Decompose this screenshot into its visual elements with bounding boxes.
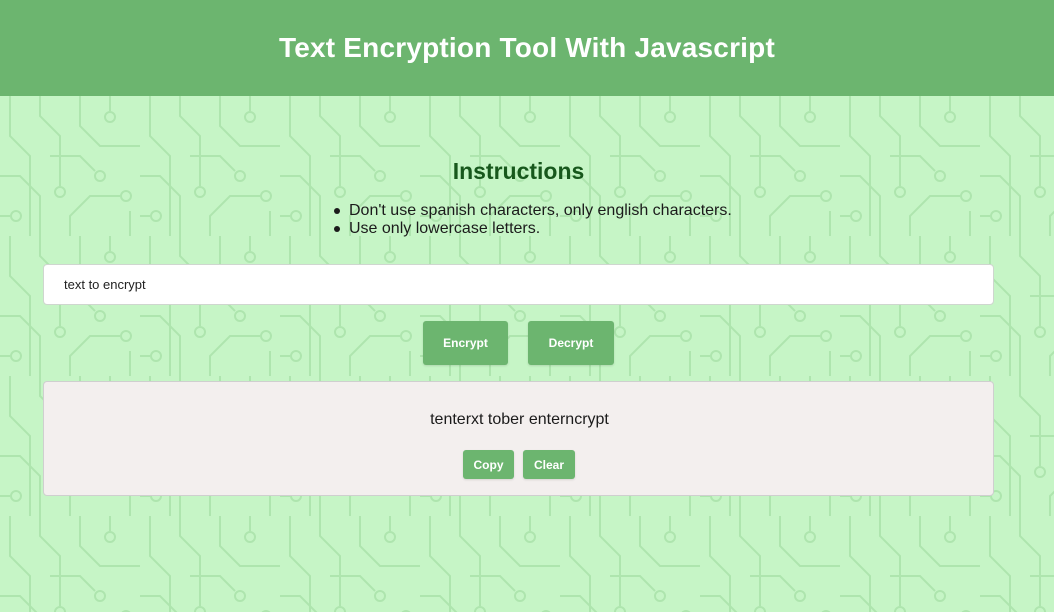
encrypt-button[interactable]: Encrypt (423, 321, 508, 365)
instruction-item: Use only lowercase letters. (334, 220, 732, 238)
page-title: Text Encryption Tool With Javascript (279, 32, 775, 63)
main-content: Instructions Don't use spanish character… (0, 96, 1054, 612)
instruction-item: Don't use spanish characters, only engli… (334, 202, 732, 219)
page-header: Text Encryption Tool With Javascript (0, 0, 1054, 96)
clear-button[interactable]: Clear (523, 450, 575, 479)
result-box: tenterxt tober enterncrypt Copy Clear (43, 381, 994, 496)
instructions-list: Don't use spanish characters, only engli… (334, 202, 732, 238)
text-input[interactable] (43, 264, 994, 305)
instructions-title: Instructions (452, 158, 585, 184)
result-text: tenterxt tober enterncrypt (430, 411, 609, 428)
decrypt-button[interactable]: Decrypt (528, 321, 614, 365)
copy-button[interactable]: Copy (463, 450, 514, 479)
